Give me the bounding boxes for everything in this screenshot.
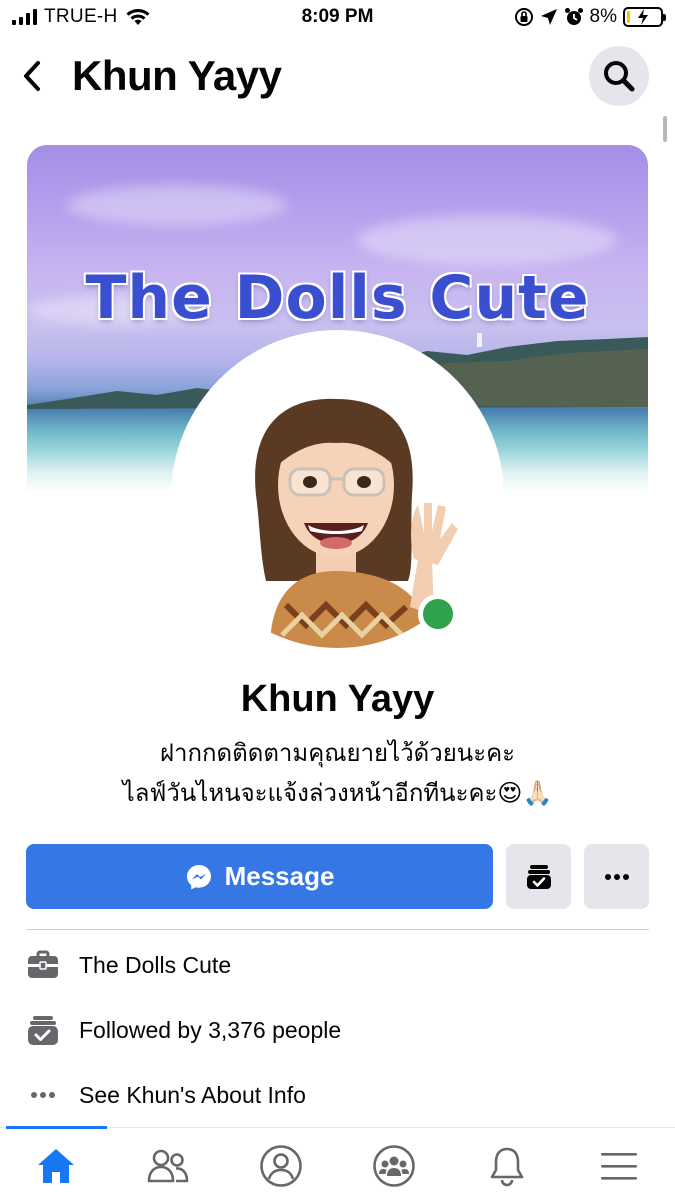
info-text-work: The Dolls Cute [79, 951, 232, 978]
battery-icon [623, 7, 666, 27]
nav-active-indicator [6, 1126, 107, 1129]
search-button[interactable] [589, 46, 649, 106]
cover-cloud [67, 185, 287, 225]
profile-icon [260, 1145, 302, 1187]
battery-fill [627, 11, 630, 23]
bell-icon [490, 1147, 524, 1187]
menu-icon [601, 1153, 637, 1180]
profile-name: Khun Yayy [240, 678, 435, 720]
briefcase-icon [26, 948, 60, 982]
cover-cloud [357, 215, 617, 265]
search-icon [604, 61, 635, 92]
cover-text: The Dolls Cute [85, 263, 590, 333]
section-divider [26, 929, 649, 930]
message-button-label: Message [224, 861, 335, 891]
info-row-followers[interactable]: Followed by 3,376 people [26, 1008, 649, 1052]
info-text-about: See Khun's About Info [79, 1081, 306, 1108]
nav-notifications[interactable] [477, 1138, 537, 1194]
status-bar: TRUE-H 8:09 PM 8% [0, 0, 675, 34]
nav-friends[interactable] [138, 1138, 198, 1194]
bio-line-2: ไลฟ์วันไหนจะแจ้งล่วงหน้าอีกทีนะคะ😍🙏🏻 [122, 779, 553, 807]
orientation-lock-icon [514, 8, 533, 26]
scrollbar[interactable] [663, 116, 667, 142]
nav-profile[interactable] [251, 1138, 311, 1194]
message-button[interactable]: Message [26, 844, 493, 909]
following-check-icon [526, 864, 551, 889]
nav-home[interactable] [26, 1138, 86, 1194]
info-text-followers: Followed by 3,376 people [79, 1016, 342, 1043]
chevron-left-icon [24, 61, 40, 91]
following-button[interactable] [506, 844, 571, 909]
nav-menu[interactable] [589, 1138, 649, 1194]
online-status-dot [418, 594, 458, 634]
more-horizontal-icon [604, 873, 629, 880]
more-horizontal-icon [26, 1078, 60, 1112]
header: Khun Yayy [0, 40, 675, 116]
profile-bio: ฝากกดติดตามคุณยายไว้ด้วยนะคะ ไลฟ์วันไหนจ… [0, 733, 675, 813]
friends-icon [147, 1149, 189, 1183]
followers-icon [26, 1013, 60, 1047]
messenger-icon [186, 864, 211, 889]
info-row-about[interactable]: See Khun's About Info [26, 1073, 649, 1117]
location-icon [540, 9, 557, 25]
back-button[interactable] [14, 54, 50, 98]
bio-line-1: ฝากกดติดตามคุณยายไว้ด้วยนะคะ [159, 739, 516, 767]
info-row-work: The Dolls Cute [26, 943, 649, 987]
bottom-nav [0, 1126, 675, 1200]
alarm-icon [564, 8, 583, 25]
status-right: 8% [514, 6, 666, 28]
page-title: Khun Yayy [72, 52, 282, 99]
battery-percent: 8% [589, 6, 617, 27]
home-icon [38, 1149, 74, 1183]
groups-icon [373, 1145, 415, 1187]
more-options-button[interactable] [584, 844, 649, 909]
nav-groups[interactable] [364, 1138, 424, 1194]
